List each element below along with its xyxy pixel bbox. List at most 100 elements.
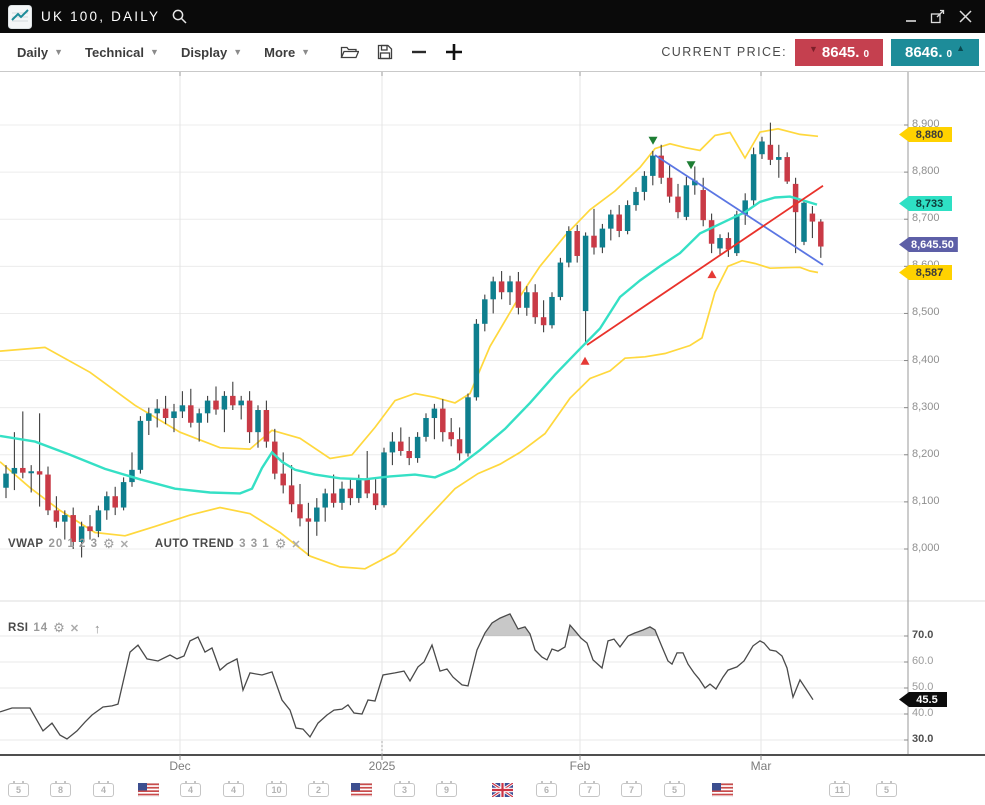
candle-body bbox=[600, 229, 606, 248]
candle-body bbox=[381, 452, 387, 505]
menu-technical[interactable]: Technical▼ bbox=[74, 39, 170, 66]
title-bar: UK 100, DAILY bbox=[0, 0, 985, 33]
uk-flag-icon[interactable] bbox=[492, 783, 513, 797]
calendar-icon[interactable]: 6 bbox=[536, 783, 557, 797]
search-icon[interactable] bbox=[171, 8, 188, 25]
candle-body bbox=[667, 178, 673, 197]
calendar-icon[interactable]: 7 bbox=[621, 783, 642, 797]
remove-icon[interactable]: ✕ bbox=[120, 538, 129, 551]
remove-icon[interactable]: ✕ bbox=[70, 622, 79, 635]
open-folder-icon[interactable] bbox=[331, 40, 368, 64]
gear-icon[interactable]: ⚙ bbox=[53, 620, 65, 636]
save-icon[interactable] bbox=[368, 40, 402, 64]
zoom-in-icon[interactable] bbox=[436, 39, 472, 65]
gear-icon[interactable]: ⚙ bbox=[103, 536, 115, 552]
candle-body bbox=[205, 401, 211, 414]
event-marker[interactable]: 4 bbox=[180, 783, 201, 797]
candle-body bbox=[801, 203, 807, 242]
calendar-icon[interactable]: 7 bbox=[579, 783, 600, 797]
event-marker[interactable]: 6 bbox=[536, 783, 557, 797]
candle-body bbox=[633, 192, 639, 205]
event-marker[interactable] bbox=[351, 783, 372, 797]
us-flag-icon[interactable] bbox=[138, 783, 159, 797]
candle-body bbox=[406, 451, 412, 458]
event-marker[interactable]: 5 bbox=[8, 783, 29, 797]
calendar-icon[interactable]: 9 bbox=[436, 783, 457, 797]
calendar-icon[interactable]: 3 bbox=[394, 783, 415, 797]
time-axis-label: 2025 bbox=[369, 759, 396, 773]
candle-body bbox=[222, 396, 228, 410]
candle-body bbox=[20, 468, 26, 473]
event-marker[interactable]: 5 bbox=[876, 783, 897, 797]
calendar-icon[interactable]: 10 bbox=[266, 783, 287, 797]
calendar-icon[interactable]: 5 bbox=[8, 783, 29, 797]
calendar-icon[interactable]: 11 bbox=[829, 783, 850, 797]
calendar-icon[interactable]: 2 bbox=[308, 783, 329, 797]
rsi-gridlines bbox=[0, 636, 908, 740]
window-controls bbox=[904, 9, 977, 24]
candle-body bbox=[264, 410, 270, 442]
event-marker[interactable]: 4 bbox=[223, 783, 244, 797]
sell-price-button[interactable]: ▼8645.0 bbox=[795, 39, 883, 66]
candle-body bbox=[171, 411, 177, 418]
candle-body bbox=[373, 493, 379, 505]
calendar-icon[interactable]: 5 bbox=[876, 783, 897, 797]
move-pane-up-icon[interactable]: ↑ bbox=[94, 621, 101, 636]
rsi-indicator-label: RSI bbox=[8, 622, 28, 634]
price-axis-label: 8,700 bbox=[912, 212, 940, 224]
calendar-icon[interactable]: 4 bbox=[223, 783, 244, 797]
event-marker[interactable] bbox=[712, 783, 733, 797]
candle-body bbox=[322, 493, 328, 507]
candle-body bbox=[163, 409, 169, 418]
us-flag-icon[interactable] bbox=[712, 783, 733, 797]
event-marker[interactable]: 10 bbox=[266, 783, 287, 797]
candle-body bbox=[448, 432, 454, 439]
gear-icon[interactable]: ⚙ bbox=[275, 536, 287, 552]
event-marker[interactable]: 7 bbox=[579, 783, 600, 797]
menu-display[interactable]: Display▼ bbox=[170, 39, 253, 66]
remove-icon[interactable]: ✕ bbox=[291, 538, 300, 551]
event-marker[interactable]: 2 bbox=[308, 783, 329, 797]
time-axis-label: Mar bbox=[751, 759, 772, 773]
event-marker[interactable]: 11 bbox=[829, 783, 850, 797]
popout-icon[interactable] bbox=[930, 9, 946, 24]
chart-area[interactable]: VWAP 20 1 2 3 ⚙ ✕ AUTO TREND 3 3 1 ⚙ ✕ R… bbox=[0, 72, 985, 805]
auto-trend-indicator-params: 3 3 1 bbox=[239, 538, 270, 550]
candle-body bbox=[524, 292, 530, 308]
time-axis-label: Dec bbox=[169, 759, 190, 773]
chevron-down-icon: ▼ bbox=[233, 47, 242, 57]
event-marker[interactable]: 7 bbox=[621, 783, 642, 797]
candle-body bbox=[37, 471, 43, 474]
calendar-icon[interactable]: 8 bbox=[50, 783, 71, 797]
candle-body bbox=[188, 405, 194, 422]
candle-body bbox=[12, 468, 18, 474]
event-marker[interactable]: 3 bbox=[394, 783, 415, 797]
candle-body bbox=[591, 236, 597, 248]
event-marker[interactable]: 9 bbox=[436, 783, 457, 797]
candle-body bbox=[700, 190, 706, 220]
calendar-icon[interactable]: 4 bbox=[93, 783, 114, 797]
candle-body bbox=[810, 214, 816, 222]
candle-body bbox=[54, 510, 60, 521]
event-marker[interactable]: 8 bbox=[50, 783, 71, 797]
buy-price-button[interactable]: 8646.0▲ bbox=[891, 39, 979, 66]
calendar-icon[interactable]: 5 bbox=[664, 783, 685, 797]
price-tag: 8,587 bbox=[899, 265, 952, 280]
event-marker[interactable] bbox=[492, 783, 513, 797]
candle-body bbox=[230, 396, 236, 405]
zoom-out-icon[interactable] bbox=[402, 40, 436, 64]
event-marker[interactable] bbox=[138, 783, 159, 797]
sell-signal-arrow-icon bbox=[687, 161, 696, 169]
event-marker[interactable]: 4 bbox=[93, 783, 114, 797]
toolbar: Daily▼ Technical▼ Display▼ More▼ CURRENT… bbox=[0, 33, 985, 72]
close-icon[interactable] bbox=[958, 9, 973, 24]
candle-body bbox=[784, 157, 790, 181]
calendar-icon[interactable]: 4 bbox=[180, 783, 201, 797]
us-flag-icon[interactable] bbox=[351, 783, 372, 797]
candle-body bbox=[306, 518, 312, 521]
menu-more[interactable]: More▼ bbox=[253, 39, 321, 66]
menu-timeframe-daily[interactable]: Daily▼ bbox=[6, 39, 74, 66]
minimize-icon[interactable] bbox=[904, 10, 918, 24]
buy-arrow-up-icon: ▲ bbox=[956, 43, 965, 53]
event-marker[interactable]: 5 bbox=[664, 783, 685, 797]
